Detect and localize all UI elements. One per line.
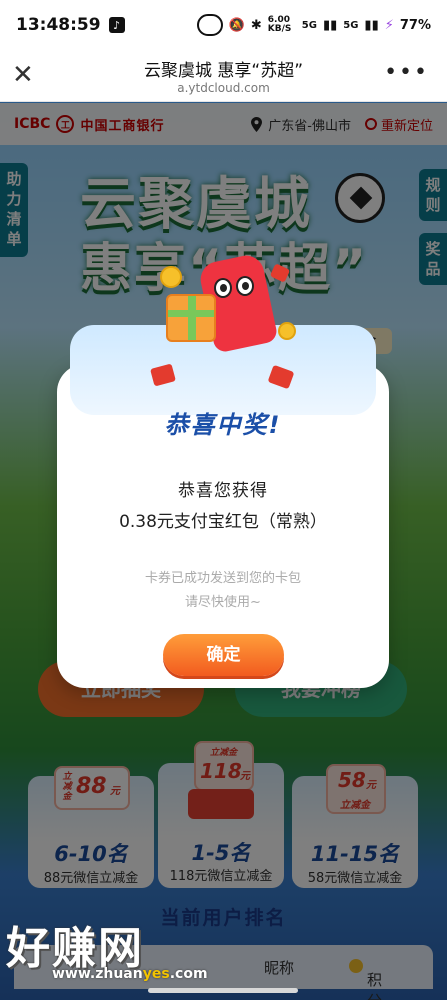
coin-icon: [278, 322, 296, 340]
modal-note-2: 请尽快使用~: [185, 595, 261, 610]
watermark-url-highlight: yes: [142, 966, 170, 982]
confirm-button[interactable]: 确定: [163, 634, 284, 676]
battery-level: 77%: [399, 17, 431, 33]
modal-prize-text: 0.38元支付宝红包（常熟）: [119, 512, 327, 532]
status-bar: 13:48:59 ♪ 🔕 ✱ 6.00 KB/S 5G ▮▮ 5G ▮▮ ⚡ 7…: [0, 0, 447, 50]
modal-message: 恭喜您获得: [178, 481, 268, 501]
mascot-eye-right: [236, 276, 254, 296]
mascot-eye-left: [214, 278, 232, 298]
page-title: 云聚虞城 惠享“苏超”: [143, 61, 304, 81]
clock: 13:48:59: [16, 15, 101, 35]
hotspot-icon: [196, 14, 223, 36]
signal-5g-1: 5G: [301, 19, 317, 31]
page-url: a.ytdcloud.com: [177, 81, 270, 95]
mute-icon: 🔕: [228, 17, 245, 33]
signal-5g-2: 5G: [343, 19, 359, 31]
gift-icon: [166, 294, 216, 342]
charging-icon: ⚡: [384, 17, 394, 33]
coin-icon: [160, 266, 182, 288]
net-speed: 6.00 KB/S: [267, 15, 292, 34]
browser-nav: ✕ 云聚虞城 惠享“苏超” a.ytdcloud.com •••: [0, 50, 447, 102]
signal-bars-icon: ▮▮: [322, 17, 338, 33]
watermark-url-prefix: www.zhuan: [52, 966, 143, 982]
bluetooth-icon: ✱: [250, 17, 262, 33]
signal-bars-icon-2: ▮▮: [364, 17, 379, 33]
home-indicator[interactable]: [148, 988, 298, 993]
modal-heading: 恭喜中奖!: [164, 411, 282, 439]
modal-note-1: 卡券已成功发送到您的卡包: [144, 571, 301, 586]
more-icon[interactable]: •••: [384, 60, 429, 85]
watermark-url: www.zhuanyes.com: [52, 966, 208, 982]
status-right: 🔕 ✱ 6.00 KB/S 5G ▮▮ 5G ▮▮ ⚡ 77%: [196, 14, 431, 36]
tiktok-icon: ♪: [108, 17, 125, 33]
watermark-url-suffix: .com: [169, 966, 208, 982]
